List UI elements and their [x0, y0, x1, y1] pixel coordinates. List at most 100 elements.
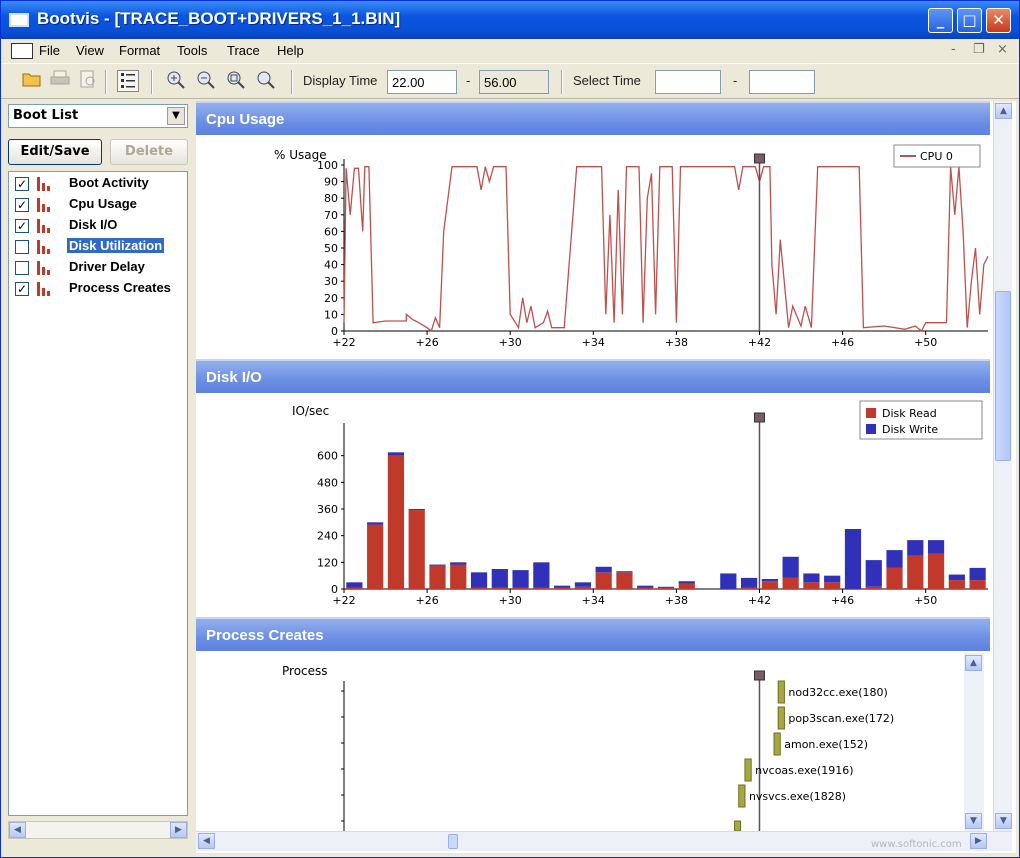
scroll-right-icon[interactable]: ▶ — [170, 822, 187, 838]
disk-write-bar — [782, 556, 799, 578]
scroll-down-icon[interactable]: ▼ — [995, 813, 1012, 829]
disk-read-bar — [554, 587, 571, 589]
menu-trace[interactable]: Trace — [227, 43, 260, 58]
scroll-down-icon[interactable]: ▼ — [965, 813, 982, 829]
watermark: www.softonic.com — [871, 839, 962, 850]
checkbox[interactable] — [15, 240, 29, 254]
chart-list-item-disk-utilization[interactable]: Disk Utilization — [13, 237, 188, 257]
disk-write-bar — [450, 562, 467, 565]
bar-chart-icon — [35, 282, 51, 296]
minimize-button[interactable]: _ — [928, 8, 953, 33]
checkbox[interactable]: ✓ — [15, 219, 29, 233]
toolbar: Display Time - Select Time - — [1, 63, 1019, 99]
y-tick-label: 600 — [317, 450, 338, 463]
chevron-down-icon[interactable]: ▼ — [167, 107, 185, 125]
chart-list: ✓ Boot Activity ✓ Cpu Usage ✓ Disk I/O D… — [8, 171, 188, 816]
chart-list-item-boot-activity[interactable]: ✓ Boot Activity — [13, 174, 188, 194]
disk-write-bar — [637, 585, 654, 588]
process-bar — [744, 758, 752, 782]
disk-read-bar — [782, 577, 799, 589]
process-label: nvcoas.exe(1916) — [755, 764, 853, 777]
x-tick-label: +22 — [332, 594, 355, 607]
disk-write-bar — [574, 582, 592, 587]
time-marker-handle — [753, 412, 765, 423]
zoom-in-icon[interactable] — [165, 70, 187, 92]
chart-list-item-disk-io[interactable]: ✓ Disk I/O — [13, 216, 188, 236]
zoom-reset-icon[interactable] — [255, 70, 277, 92]
edit-save-button[interactable]: Edit/Save — [8, 139, 102, 165]
checkbox[interactable]: ✓ — [15, 198, 29, 212]
scroll-right-icon[interactable]: ▶ — [970, 833, 987, 849]
disk-write-bar — [408, 509, 425, 511]
process-creates-panel-header[interactable]: Process Creates — [196, 617, 990, 651]
checkbox[interactable]: ✓ — [15, 177, 29, 191]
close-button[interactable]: ✕ — [986, 8, 1011, 33]
app-window: Bootvis - [TRACE_BOOT+DRIVERS_1_1.BIN] _… — [0, 0, 1020, 858]
disk-io-chart[interactable]: 0120240360480600+22 +26 +30 +34 +38 +42 +46 +50… — [196, 393, 990, 617]
time-marker-handle — [753, 670, 765, 681]
disk-read-bar — [367, 524, 384, 589]
select-time-start-input[interactable] — [655, 70, 721, 94]
delete-button[interactable]: Delete — [110, 139, 188, 165]
disk-read-bar — [533, 587, 550, 589]
title-bar[interactable]: Bootvis - [TRACE_BOOT+DRIVERS_1_1.BIN] _… — [1, 1, 1019, 39]
x-tick-label: +22 — [332, 336, 355, 349]
disk-read-bar — [657, 587, 675, 589]
disk-write-bar — [470, 572, 488, 588]
menu-format[interactable]: Format — [119, 43, 160, 58]
display-time-end-input[interactable] — [479, 70, 549, 94]
menu-view[interactable]: View — [76, 43, 104, 58]
cpu-usage-chart[interactable]: 0102030405060708090100+22 +26 +30 +34 +38 +42… — [196, 135, 990, 359]
y-tick-label: 50 — [324, 242, 338, 255]
scroll-thumb[interactable] — [448, 834, 458, 849]
chart-list-toggle-icon[interactable] — [117, 70, 139, 92]
chart-list-item-driver-delay[interactable]: Driver Delay — [13, 258, 188, 278]
cpu-usage-panel-header[interactable]: Cpu Usage — [196, 101, 990, 135]
boot-list-dropdown[interactable]: Boot List ▼ — [8, 104, 188, 128]
disk-read-bar — [824, 582, 841, 589]
process-list-vertical-scrollbar[interactable]: ▲ ▼ — [964, 653, 984, 833]
checkbox[interactable]: ✓ — [15, 282, 29, 296]
maximize-button[interactable]: □ — [957, 8, 982, 33]
x-tick-label: +42 — [748, 594, 771, 607]
chart-list-item-process-creates[interactable]: ✓ Process Creates — [13, 279, 188, 299]
scroll-left-icon[interactable]: ◀ — [9, 822, 26, 838]
disk-read-bar — [886, 567, 903, 589]
open-folder-icon[interactable] — [21, 70, 43, 92]
disk-write-bar — [657, 586, 675, 588]
process-creates-chart[interactable]: Process nod32cc.exe(180) pop3scan.exe(172)… — [196, 651, 964, 831]
chart-list-horizontal-scrollbar[interactable]: ◀ ▶ — [8, 821, 188, 839]
bar-chart-icon — [35, 177, 51, 191]
scroll-left-icon[interactable]: ◀ — [198, 833, 215, 849]
scroll-thumb[interactable] — [995, 291, 1011, 461]
menu-tools[interactable]: Tools — [177, 43, 207, 58]
scroll-up-icon[interactable]: ▲ — [995, 103, 1012, 119]
disk-read-bar — [865, 586, 882, 589]
select-time-separator: - — [733, 73, 738, 88]
select-time-end-input[interactable] — [749, 70, 815, 94]
boot-list-value: Boot List — [13, 108, 79, 123]
toolbar-separator — [561, 70, 563, 94]
mdi-minimize-button[interactable]: - — [951, 42, 956, 57]
mdi-close-button[interactable]: × — [997, 42, 1008, 57]
print-icon[interactable] — [49, 70, 71, 92]
y-axis-label: IO/sec — [292, 404, 329, 418]
zoom-selection-icon[interactable] — [225, 70, 247, 92]
zoom-out-icon[interactable] — [195, 70, 217, 92]
mdi-restore-button[interactable]: ❐ — [973, 42, 985, 57]
scroll-up-icon[interactable]: ▲ — [965, 655, 982, 671]
document-icon[interactable] — [11, 43, 33, 59]
chart-list-item-cpu-usage[interactable]: ✓ Cpu Usage — [13, 195, 188, 215]
menu-file[interactable]: File — [39, 43, 60, 58]
menu-help[interactable]: Help — [277, 43, 304, 58]
y-tick-label: 90 — [324, 176, 338, 189]
y-axis-label: Process — [282, 664, 328, 678]
y-tick-label: 80 — [324, 192, 338, 205]
disk-io-panel-header[interactable]: Disk I/O — [196, 359, 990, 393]
checkbox[interactable] — [15, 261, 29, 275]
display-time-start-input[interactable] — [387, 70, 457, 94]
print-preview-icon[interactable] — [77, 70, 99, 92]
legend-swatch — [866, 424, 876, 434]
x-tick-label: +46 — [831, 594, 854, 607]
chart-area-vertical-scrollbar[interactable]: ▲ ▼ — [993, 101, 1012, 833]
